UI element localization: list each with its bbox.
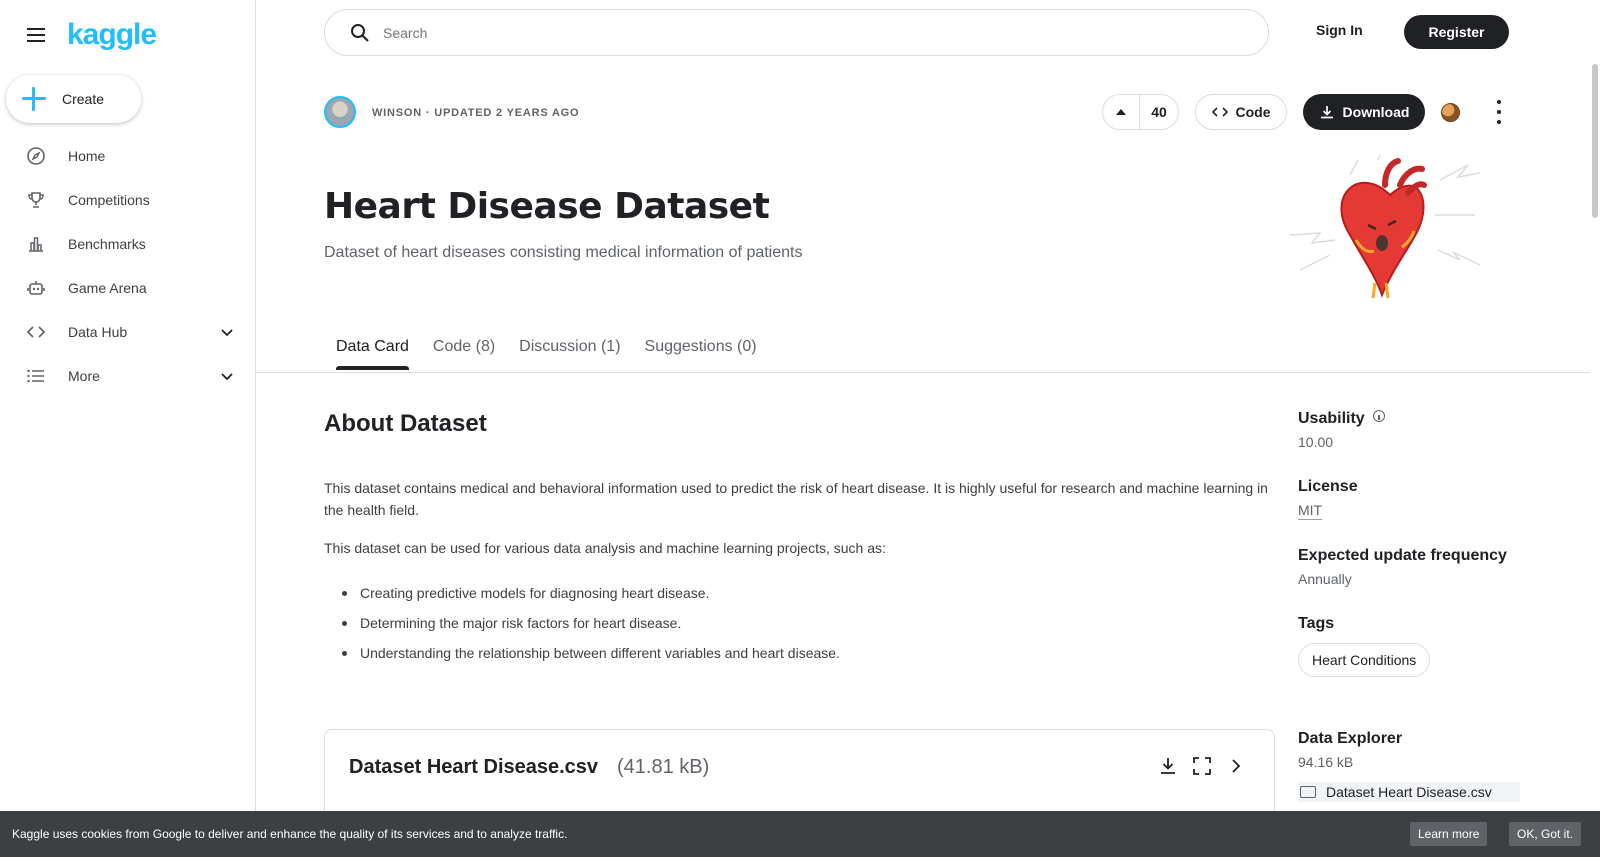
data-explorer-file-name: Dataset Heart Disease.csv	[1326, 784, 1492, 800]
file-size: (41.81 kB)	[617, 756, 710, 778]
sidebar: kaggle Create Home Competitions Benchmar…	[0, 0, 256, 857]
download-icon	[1320, 106, 1333, 119]
chevron-down-icon[interactable]	[219, 368, 235, 384]
scrollbar-thumb[interactable]	[1592, 64, 1598, 218]
list-item: Understanding the relationship between d…	[342, 642, 840, 672]
tags-label: Tags	[1298, 615, 1335, 632]
create-button[interactable]: Create	[6, 75, 141, 123]
trophy-icon	[26, 190, 46, 210]
license-link[interactable]: MIT	[1298, 502, 1322, 518]
ok-got-it-button[interactable]: OK, Got it.	[1509, 822, 1582, 846]
search-input[interactable]	[383, 24, 1183, 41]
upvote-button[interactable]	[1103, 95, 1140, 129]
sidebar-item-label: Game Arena	[68, 280, 147, 296]
plus-icon	[22, 87, 46, 111]
robot-icon	[26, 278, 46, 298]
about-heading: About Dataset	[324, 410, 487, 437]
usability-label-text: Usability	[1298, 410, 1365, 427]
fullscreen-icon[interactable]	[1192, 756, 1212, 776]
usability-label: Usability	[1298, 410, 1538, 428]
bronze-medal-icon	[1441, 103, 1460, 122]
list-item: Creating predictive models for diagnosin…	[342, 582, 840, 612]
list-icon	[26, 366, 46, 386]
data-explorer-file[interactable]: Dataset Heart Disease.csv	[1298, 782, 1520, 802]
file-name: Dataset Heart Disease.csv	[349, 756, 599, 778]
learn-more-button[interactable]: Learn more	[1410, 822, 1488, 846]
cookie-banner: Kaggle uses cookies from Google to deliv…	[0, 811, 1600, 857]
download-button-label: Download	[1342, 104, 1410, 120]
sidebar-item-game-arena[interactable]: Game Arena	[0, 266, 255, 310]
tab-data-card[interactable]: Data Card	[324, 330, 421, 370]
create-label: Create	[62, 91, 105, 107]
license-label: License	[1298, 478, 1358, 495]
sidebar-item-benchmarks[interactable]: Benchmarks	[0, 222, 255, 266]
update-frequency-label: Expected update frequency	[1298, 547, 1507, 564]
table-icon	[1300, 786, 1316, 798]
page-title: Heart Disease Dataset	[324, 186, 770, 227]
bar-chart-icon	[26, 234, 46, 254]
triangle-up-icon	[1116, 109, 1126, 115]
tags-section: Tags Heart Conditions	[1298, 615, 1538, 677]
about-paragraph-2: This dataset can be used for various dat…	[324, 540, 886, 556]
register-button[interactable]: Register	[1404, 15, 1509, 49]
sidebar-item-label: More	[68, 368, 100, 384]
sidebar-item-home[interactable]: Home	[0, 134, 255, 178]
file-actions	[1158, 756, 1246, 776]
sign-in-link[interactable]: Sign In	[1316, 22, 1363, 38]
sidebar-item-competitions[interactable]: Competitions	[0, 178, 255, 222]
code-button[interactable]: Code	[1195, 94, 1287, 130]
sidebar-item-more[interactable]: More	[0, 354, 255, 398]
cookie-text: Kaggle uses cookies from Google to deliv…	[12, 827, 568, 841]
sidebar-item-label: Competitions	[68, 192, 150, 208]
code-icon	[1211, 107, 1228, 117]
about-paragraph-1: This dataset contains medical and behavi…	[324, 480, 1268, 518]
about-bullet-list: Creating predictive models for diagnosin…	[342, 582, 840, 672]
vote-widget: 40	[1102, 94, 1179, 130]
data-explorer-section: Data Explorer 94.16 kB Dataset Heart Dis…	[1298, 730, 1538, 802]
owner-updated-line: WINSON · UPDATED 2 YEARS AGO	[372, 107, 580, 119]
update-frequency-section: Expected update frequency Annually	[1298, 547, 1538, 587]
usability-value: 10.00	[1298, 434, 1334, 450]
download-icon[interactable]	[1158, 756, 1178, 776]
usability-section: Usability 10.00	[1298, 410, 1538, 450]
sidebar-item-label: Benchmarks	[68, 236, 146, 252]
chevron-right-icon[interactable]	[1226, 756, 1246, 776]
download-button[interactable]: Download	[1303, 94, 1425, 130]
compass-icon	[26, 146, 46, 166]
tab-suggestions[interactable]: Suggestions (0)	[633, 330, 769, 370]
menu-icon[interactable]	[24, 23, 48, 47]
sidebar-item-data-hub[interactable]: Data Hub	[0, 310, 255, 354]
sidebar-item-label: Home	[68, 148, 106, 164]
tag-chip[interactable]: Heart Conditions	[1298, 643, 1431, 677]
more-options-icon[interactable]	[1496, 100, 1502, 124]
tab-discussion[interactable]: Discussion (1)	[507, 330, 632, 370]
search-icon	[351, 23, 369, 42]
page-subtitle: Dataset of heart diseases consisting med…	[324, 244, 803, 261]
kaggle-logo[interactable]: kaggle	[67, 18, 157, 52]
license-section: License MIT	[1298, 478, 1538, 518]
info-icon[interactable]	[1372, 410, 1385, 422]
heart-illustration-image	[1290, 155, 1481, 299]
code-icon	[26, 322, 46, 342]
tab-divider	[256, 372, 1590, 373]
avatar[interactable]	[324, 96, 356, 128]
update-frequency-value: Annually	[1298, 571, 1352, 587]
code-button-label: Code	[1235, 104, 1271, 120]
tab-bar: Data Card Code (8) Discussion (1) Sugges…	[324, 330, 769, 370]
sidebar-nav: Home Competitions Benchmarks Game Arena …	[0, 134, 255, 398]
list-item: Determining the major risk factors for h…	[342, 612, 840, 642]
sidebar-header: kaggle	[24, 18, 157, 52]
sidebar-item-label: Data Hub	[68, 324, 128, 340]
vote-count: 40	[1151, 104, 1167, 120]
tab-code[interactable]: Code (8)	[421, 330, 507, 370]
data-explorer-size: 94.16 kB	[1298, 754, 1354, 770]
chevron-down-icon[interactable]	[219, 324, 235, 340]
search-bar[interactable]	[324, 9, 1269, 56]
data-explorer-label: Data Explorer	[1298, 730, 1403, 747]
